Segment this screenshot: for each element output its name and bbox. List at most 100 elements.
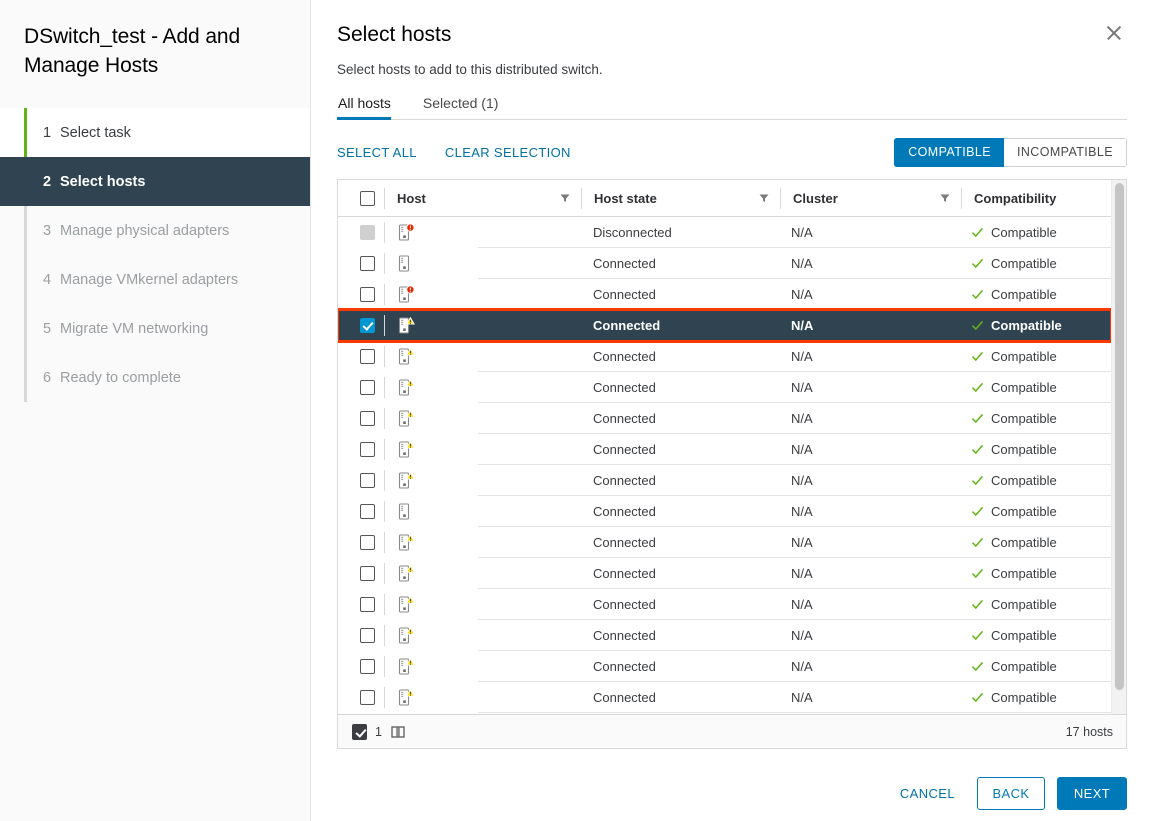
column-header-compatibility-label: Compatibility <box>974 191 1056 206</box>
table-row[interactable]: ConnectedN/ACompatible <box>338 527 1111 558</box>
tab-incompatible[interactable]: INCOMPATIBLE <box>1004 138 1127 167</box>
wizard-step-ready-to-complete[interactable]: 6Ready to complete <box>0 353 310 402</box>
cell-cluster: N/A <box>779 589 959 620</box>
table-row[interactable]: ConnectedN/ACompatible <box>338 651 1111 682</box>
server-error-icon <box>397 224 415 242</box>
wizard-step-manage-physical-adapters[interactable]: 3Manage physical adapters <box>0 206 310 255</box>
clear-selection-button[interactable]: CLEAR SELECTION <box>445 145 571 160</box>
compatibility-label: Compatible <box>991 659 1057 674</box>
table-row[interactable]: ConnectedN/ACompatible <box>338 403 1111 434</box>
table-row[interactable]: ConnectedN/ACompatible <box>338 310 1111 341</box>
row-checkbox-cell <box>338 496 384 527</box>
row-checkbox[interactable] <box>360 535 375 550</box>
row-checkbox[interactable] <box>360 442 375 457</box>
table-row[interactable]: ConnectedN/ACompatible <box>338 620 1111 651</box>
filter-icon-cluster[interactable] <box>940 193 950 203</box>
check-icon <box>971 226 984 239</box>
table-row[interactable]: ConnectedN/ACompatible <box>338 465 1111 496</box>
table-row[interactable]: ConnectedN/ACompatible <box>338 713 1111 714</box>
cell-host <box>385 217 581 248</box>
cell-host-state: Connected <box>581 434 779 465</box>
cell-host <box>385 279 581 310</box>
footer-selection-checkbox[interactable] <box>352 724 367 740</box>
cell-cluster: N/A <box>779 713 959 714</box>
server-warning-icon <box>397 472 415 490</box>
row-checkbox[interactable] <box>360 411 375 426</box>
select-all-button[interactable]: SELECT ALL <box>337 145 417 160</box>
row-checkbox[interactable] <box>360 690 375 705</box>
row-checkbox[interactable] <box>360 566 375 581</box>
select-all-checkbox[interactable] <box>360 191 375 206</box>
filter-icon-host[interactable] <box>560 193 570 203</box>
cell-host-state: Connected <box>581 713 779 714</box>
server-warning-icon <box>397 348 415 366</box>
dialog-button-bar: CANCEL BACK NEXT <box>311 777 1127 810</box>
row-checkbox-cell <box>338 403 384 434</box>
table-row[interactable]: ConnectedN/ACompatible <box>338 434 1111 465</box>
wizard-step-select-hosts[interactable]: 2Select hosts <box>0 157 310 206</box>
cell-compatibility: Compatible <box>959 310 1111 341</box>
cell-host <box>385 651 581 682</box>
column-header-host-state[interactable]: Host state <box>582 180 780 217</box>
compatibility-label: Compatible <box>991 380 1057 395</box>
row-checkbox[interactable] <box>360 473 375 488</box>
cell-host <box>385 434 581 465</box>
wizard-step-number: 3 <box>43 223 60 239</box>
table-row[interactable]: ConnectedN/ACompatible <box>338 248 1111 279</box>
server-warning-icon <box>397 534 415 552</box>
cell-host-state: Connected <box>581 620 779 651</box>
table-row[interactable]: ConnectedN/ACompatible <box>338 558 1111 589</box>
filter-icon-host-state[interactable] <box>759 193 769 203</box>
cell-host-state: Connected <box>581 372 779 403</box>
column-header-cluster-label: Cluster <box>793 191 838 206</box>
back-button[interactable]: BACK <box>977 777 1045 810</box>
cell-host-state: Connected <box>581 651 779 682</box>
row-checkbox[interactable] <box>360 659 375 674</box>
table-row[interactable]: ConnectedN/ACompatible <box>338 341 1111 372</box>
compatibility-label: Compatible <box>991 690 1057 705</box>
table-scrollbar[interactable] <box>1111 180 1126 714</box>
table-row[interactable]: ConnectedN/ACompatible <box>338 279 1111 310</box>
tab-selected-1-[interactable]: Selected (1) <box>422 95 507 120</box>
row-checkbox[interactable] <box>360 504 375 519</box>
page-title: Select hosts <box>337 20 1101 50</box>
cell-compatibility: Compatible <box>959 682 1111 713</box>
row-checkbox[interactable] <box>360 287 375 302</box>
scrollbar-thumb[interactable] <box>1115 183 1124 690</box>
row-checkbox[interactable] <box>360 349 375 364</box>
wizard-step-migrate-vm-networking[interactable]: 5Migrate VM networking <box>0 304 310 353</box>
table-row[interactable]: ConnectedN/ACompatible <box>338 589 1111 620</box>
next-button[interactable]: NEXT <box>1057 777 1127 810</box>
table-row[interactable]: DisconnectedN/ACompatible <box>338 217 1111 248</box>
row-checkbox[interactable] <box>360 597 375 612</box>
cell-host-state: Connected <box>581 589 779 620</box>
cell-host-state: Connected <box>581 558 779 589</box>
cancel-button[interactable]: CANCEL <box>890 777 965 810</box>
close-icon[interactable] <box>1101 20 1127 46</box>
tab-all-hosts[interactable]: All hosts <box>337 95 400 120</box>
cell-compatibility: Compatible <box>959 558 1111 589</box>
columns-layout-icon[interactable] <box>391 725 405 739</box>
check-icon <box>971 412 984 425</box>
column-header-cluster[interactable]: Cluster <box>781 180 961 217</box>
tab-compatible[interactable]: COMPATIBLE <box>894 138 1004 167</box>
table-row[interactable]: ConnectedN/ACompatible <box>338 496 1111 527</box>
cell-host <box>385 248 581 279</box>
server-warning-icon <box>397 689 415 707</box>
column-header-compatibility[interactable]: Compatibility <box>962 180 1111 217</box>
cell-cluster: N/A <box>779 403 959 434</box>
row-checkbox[interactable] <box>360 318 375 333</box>
cell-cluster: N/A <box>779 434 959 465</box>
wizard-step-manage-vmkernel-adapters[interactable]: 4Manage VMkernel adapters <box>0 255 310 304</box>
table-row[interactable]: ConnectedN/A Compatible <box>338 682 1111 713</box>
wizard-step-select-task[interactable]: 1Select task <box>0 108 310 157</box>
row-checkbox-cell <box>338 279 384 310</box>
row-checkbox[interactable] <box>360 380 375 395</box>
row-checkbox-cell <box>338 341 384 372</box>
row-checkbox-cell <box>338 372 384 403</box>
row-checkbox[interactable] <box>360 628 375 643</box>
row-checkbox[interactable] <box>360 256 375 271</box>
check-icon <box>971 505 984 518</box>
column-header-host[interactable]: Host <box>385 180 581 217</box>
table-row[interactable]: ConnectedN/ACompatible <box>338 372 1111 403</box>
